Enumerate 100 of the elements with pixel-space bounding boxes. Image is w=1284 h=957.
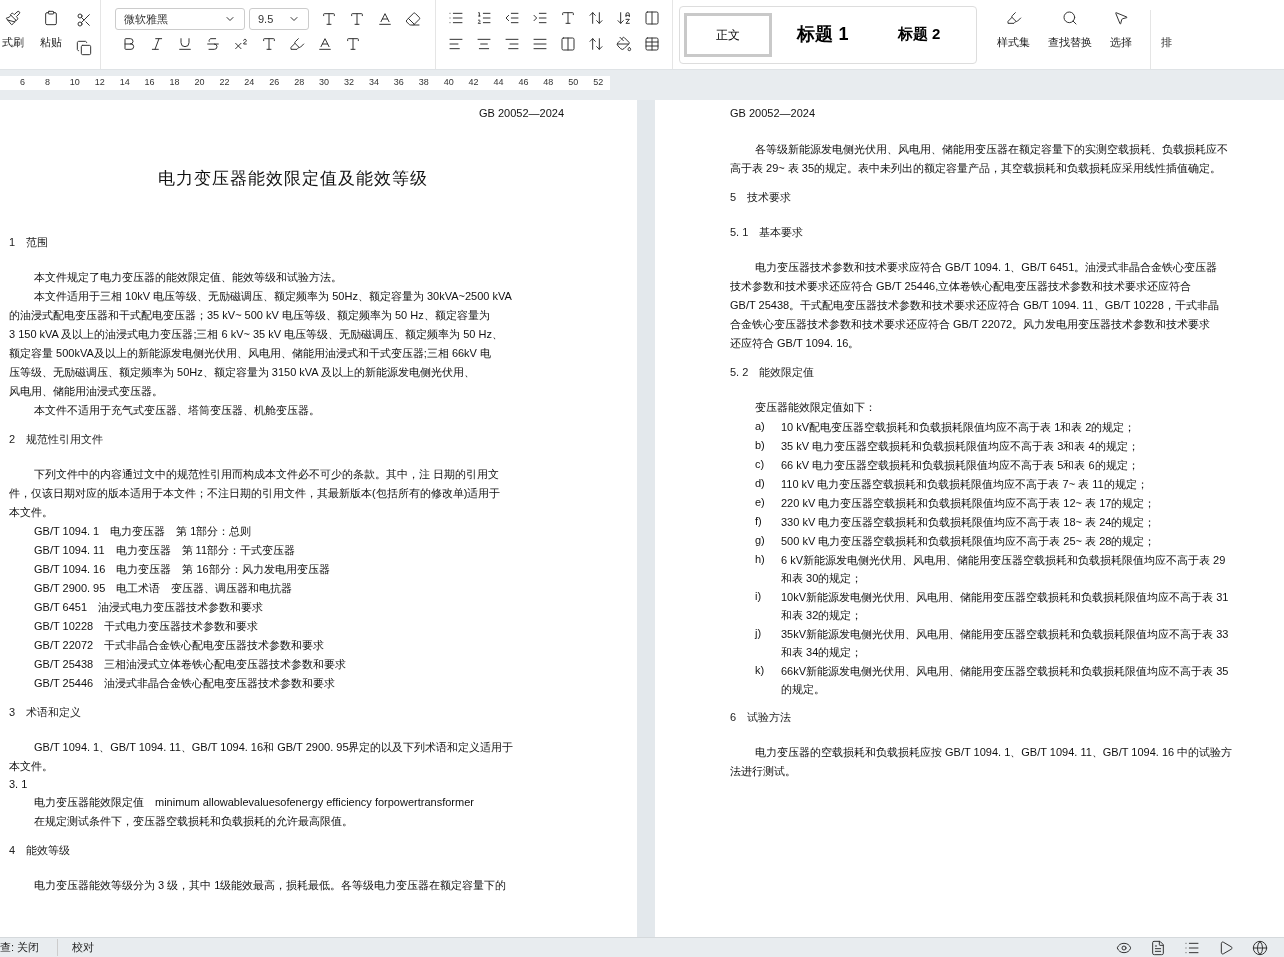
list-item: 500 kV 电力变压器空载损耗和负载损耗限值均应不高于表 25~ 表 28的规定；: [781, 533, 1156, 549]
ruler-number: 32: [344, 76, 355, 90]
ruler-number: 30: [319, 76, 331, 90]
border-icon[interactable]: [644, 36, 660, 52]
bold-icon[interactable]: [121, 36, 137, 52]
ruler-number: 10: [69, 76, 81, 90]
ribbon-label[interactable]: 式刷: [2, 34, 24, 51]
italic-icon[interactable]: [149, 36, 165, 52]
font-color-icon[interactable]: [317, 36, 333, 52]
ruler-number: 40: [443, 76, 455, 90]
copy-icon[interactable]: [76, 40, 92, 56]
paste-icon[interactable]: [43, 10, 59, 26]
bullet-list-icon[interactable]: [448, 10, 464, 26]
ribbon-label[interactable]: 选择: [1110, 34, 1132, 51]
page-view-icon[interactable]: [1150, 939, 1166, 956]
indent-icon[interactable]: [532, 10, 548, 26]
reference-line: GB/T 1094. 16 电力变压器 第 16部分：风力发电用变压器: [33, 562, 331, 577]
ribbon-label[interactable]: 查找替换: [1048, 34, 1092, 51]
globe-icon[interactable]: [1252, 939, 1268, 956]
section-heading: 5 技术要求: [730, 189, 793, 205]
underline-icon[interactable]: [177, 36, 193, 52]
play-icon[interactable]: [1218, 939, 1234, 956]
item-label: f): [755, 513, 763, 529]
reference-line: GB/T 25438 三相油浸式立体卷铁心配电变压器技术参数和要求: [33, 657, 348, 672]
paragraph: 电力变压器能效等级分为 3 级，其中 1级能效最高，损耗最低。各等级电力变压器在额定容量下的: [33, 878, 508, 893]
size-dropdown[interactable]: 9.5: [249, 8, 309, 30]
reference-line: 电力变压器能效限定值 minimum allowablevaluesofenergy efficiency forpowertransformer: [33, 795, 475, 810]
item-label: g): [755, 532, 766, 548]
columns-icon[interactable]: [644, 10, 660, 26]
ruler-number: 12: [94, 76, 106, 90]
sort-icon[interactable]: [616, 10, 632, 26]
ruler-number: 34: [368, 76, 380, 90]
line-spacing-icon[interactable]: [588, 36, 604, 52]
paragraph: 电力变压器技术参数和技术要求应符合 GB/T 1094. 1、GB/T 6451。油浸式非晶合金铁心变压器 技术参数和技术要求还应符合 GB/T 25446,立体卷铁心配电变压器技术参数和技术要求还应符合 GB/T 25438。干式配电变压器技术参数和技术要求还应符合 GB/T 1094. 11、GB/T 10228，干式非晶 合金铁心变压器技术参数和技术要求还应符合 GB/T 22072。风力发电用变压器技术参数和技术要求 还应符合 GB/T 1094. 16。: [730, 259, 1220, 351]
list-item: 35 kV 电力变压器空载损耗和负载损耗限值均应不高于表 3和表 4的规定；: [781, 438, 1139, 454]
reference-line: 在规定测试条件下，变压器空载损耗和负载损耗的允许最高限值。: [33, 814, 354, 829]
item-label: k): [755, 662, 766, 678]
reference-line: GB/T 25446 油浸式非晶合金铁心配电变压器技术参数和要求: [33, 676, 337, 691]
item-label: c): [755, 456, 766, 472]
style-option[interactable]: 标题 2: [874, 12, 964, 57]
numbered-list-icon[interactable]: [476, 10, 492, 26]
ruler-number: 46: [518, 76, 530, 90]
section-heading: 3 术语和定义: [9, 705, 83, 720]
ruler-number: 16: [144, 76, 156, 90]
ribbon-label[interactable]: 排: [1161, 34, 1172, 51]
list-item: 330 kV 电力变压器空载损耗和负载损耗限值均应不高于表 18~ 表 24的规定；: [781, 514, 1156, 530]
paint-bucket-icon[interactable]: [616, 36, 632, 52]
outdent-icon[interactable]: [504, 10, 520, 26]
paragraph: 本文件不适用于充气式变压器、塔筒变压器、机舱变压器。: [33, 403, 321, 418]
paragraph: 各等级新能源发电侧光伏用、风电用、储能用变压器在额定容量下的实测空载损耗、负载损耗应不 高于表 29~ 表 35的规定。表中未列出的额定容量产品，其空载损耗和负载损耗应采用线性插值确定。: [730, 141, 1229, 176]
brush-icon[interactable]: [5, 10, 21, 26]
highlighter-icon[interactable]: [289, 36, 305, 52]
reference-line: GB/T 10228 干式电力变压器技术参数和要求: [33, 619, 260, 634]
ruler-number: 8: [44, 76, 51, 90]
style-option[interactable]: 标题 1: [778, 12, 868, 57]
section-heading: 5. 1 基本要求: [730, 224, 805, 240]
list-item: 220 kV 电力变压器空载损耗和负载损耗限值均应不高于表 12~ 表 17的规定；: [781, 495, 1156, 511]
ruler-number: 36: [393, 76, 405, 90]
ribbon-label[interactable]: 粘贴: [40, 34, 62, 51]
status-item[interactable]: 校对: [57, 939, 95, 956]
style-set-icon[interactable]: [1005, 10, 1022, 26]
item-label: h): [755, 551, 766, 567]
list-item: 10kV新能源发电侧光伏用、风电用、储能用变压器空载损耗和负载损耗限值均应不高于表 31 和表 32的规定；: [781, 589, 1229, 623]
direction-icon[interactable]: [588, 10, 604, 26]
eraser-icon[interactable]: [405, 11, 421, 27]
justify-icon[interactable]: [532, 36, 548, 52]
paragraph: 变压器能效限定值如下：: [754, 399, 877, 415]
list-item: 110 kV 电力变压器空载损耗和负载损耗限值均应不高于表 7~ 表 11的规定；: [781, 476, 1148, 492]
ruler-number: 52: [593, 76, 605, 90]
reference-line: GB/T 1094. 11 电力变压器 第 11部分：干式变压器: [33, 543, 296, 558]
search-icon[interactable]: [1062, 10, 1078, 26]
ruler-number: 50: [568, 76, 580, 90]
list-item: 6 kV新能源发电侧光伏用、风电用、储能用变压器空载损耗和负载损耗限值均应不高于表 29 和表 30的规定；: [781, 552, 1226, 586]
ruler-number: 6: [20, 76, 26, 90]
page-header: GB 20052—2024: [478, 106, 565, 121]
font-dropdown[interactable]: 微软雅黑: [115, 8, 245, 30]
align-left-icon[interactable]: [448, 36, 464, 52]
strikethrough-icon[interactable]: [205, 36, 221, 52]
superscript-icon[interactable]: [233, 36, 249, 52]
paragraph: 电力变压器的空载损耗和负载损耗应按 GB/T 1094. 1、GB/T 1094. 11、GB/T 1094. 16 中的试验方 法进行测试。: [730, 744, 1234, 779]
document-title: 电力变压器能效限定值及能效等级: [158, 167, 428, 190]
list-item: 10 kV配电变压器空载损耗和负载损耗限值均应不高于表 1和表 2的规定；: [781, 419, 1136, 435]
section-heading: 6 试验方法: [730, 709, 793, 725]
reference-line: GB/T 2900. 95 电工术语 变压器、调压器和电抗器: [33, 581, 294, 596]
align-right-icon[interactable]: [504, 36, 520, 52]
item-label: e): [755, 494, 766, 510]
pointer-icon[interactable]: [1113, 10, 1129, 26]
item-label: a): [755, 418, 766, 434]
scissors-icon[interactable]: [76, 12, 92, 28]
style-option[interactable]: 正文: [684, 12, 772, 57]
item-label: d): [755, 475, 766, 491]
ruler-number: 26: [269, 76, 281, 90]
align-center-icon[interactable]: [476, 36, 492, 52]
reference-line: GB/T 1094. 1 电力变压器 第 1部分：总则: [33, 524, 253, 539]
list-item: 66 kV 电力变压器空载损耗和负载损耗限值均应不高于表 5和表 6的规定；: [781, 457, 1139, 473]
ruler-number: 24: [244, 76, 256, 90]
ribbon-label[interactable]: 样式集: [997, 34, 1030, 51]
status-item[interactable]: 查: 关闭: [0, 939, 54, 956]
clause-number: 3. 1: [9, 777, 29, 792]
ruler-number: 20: [194, 76, 206, 90]
